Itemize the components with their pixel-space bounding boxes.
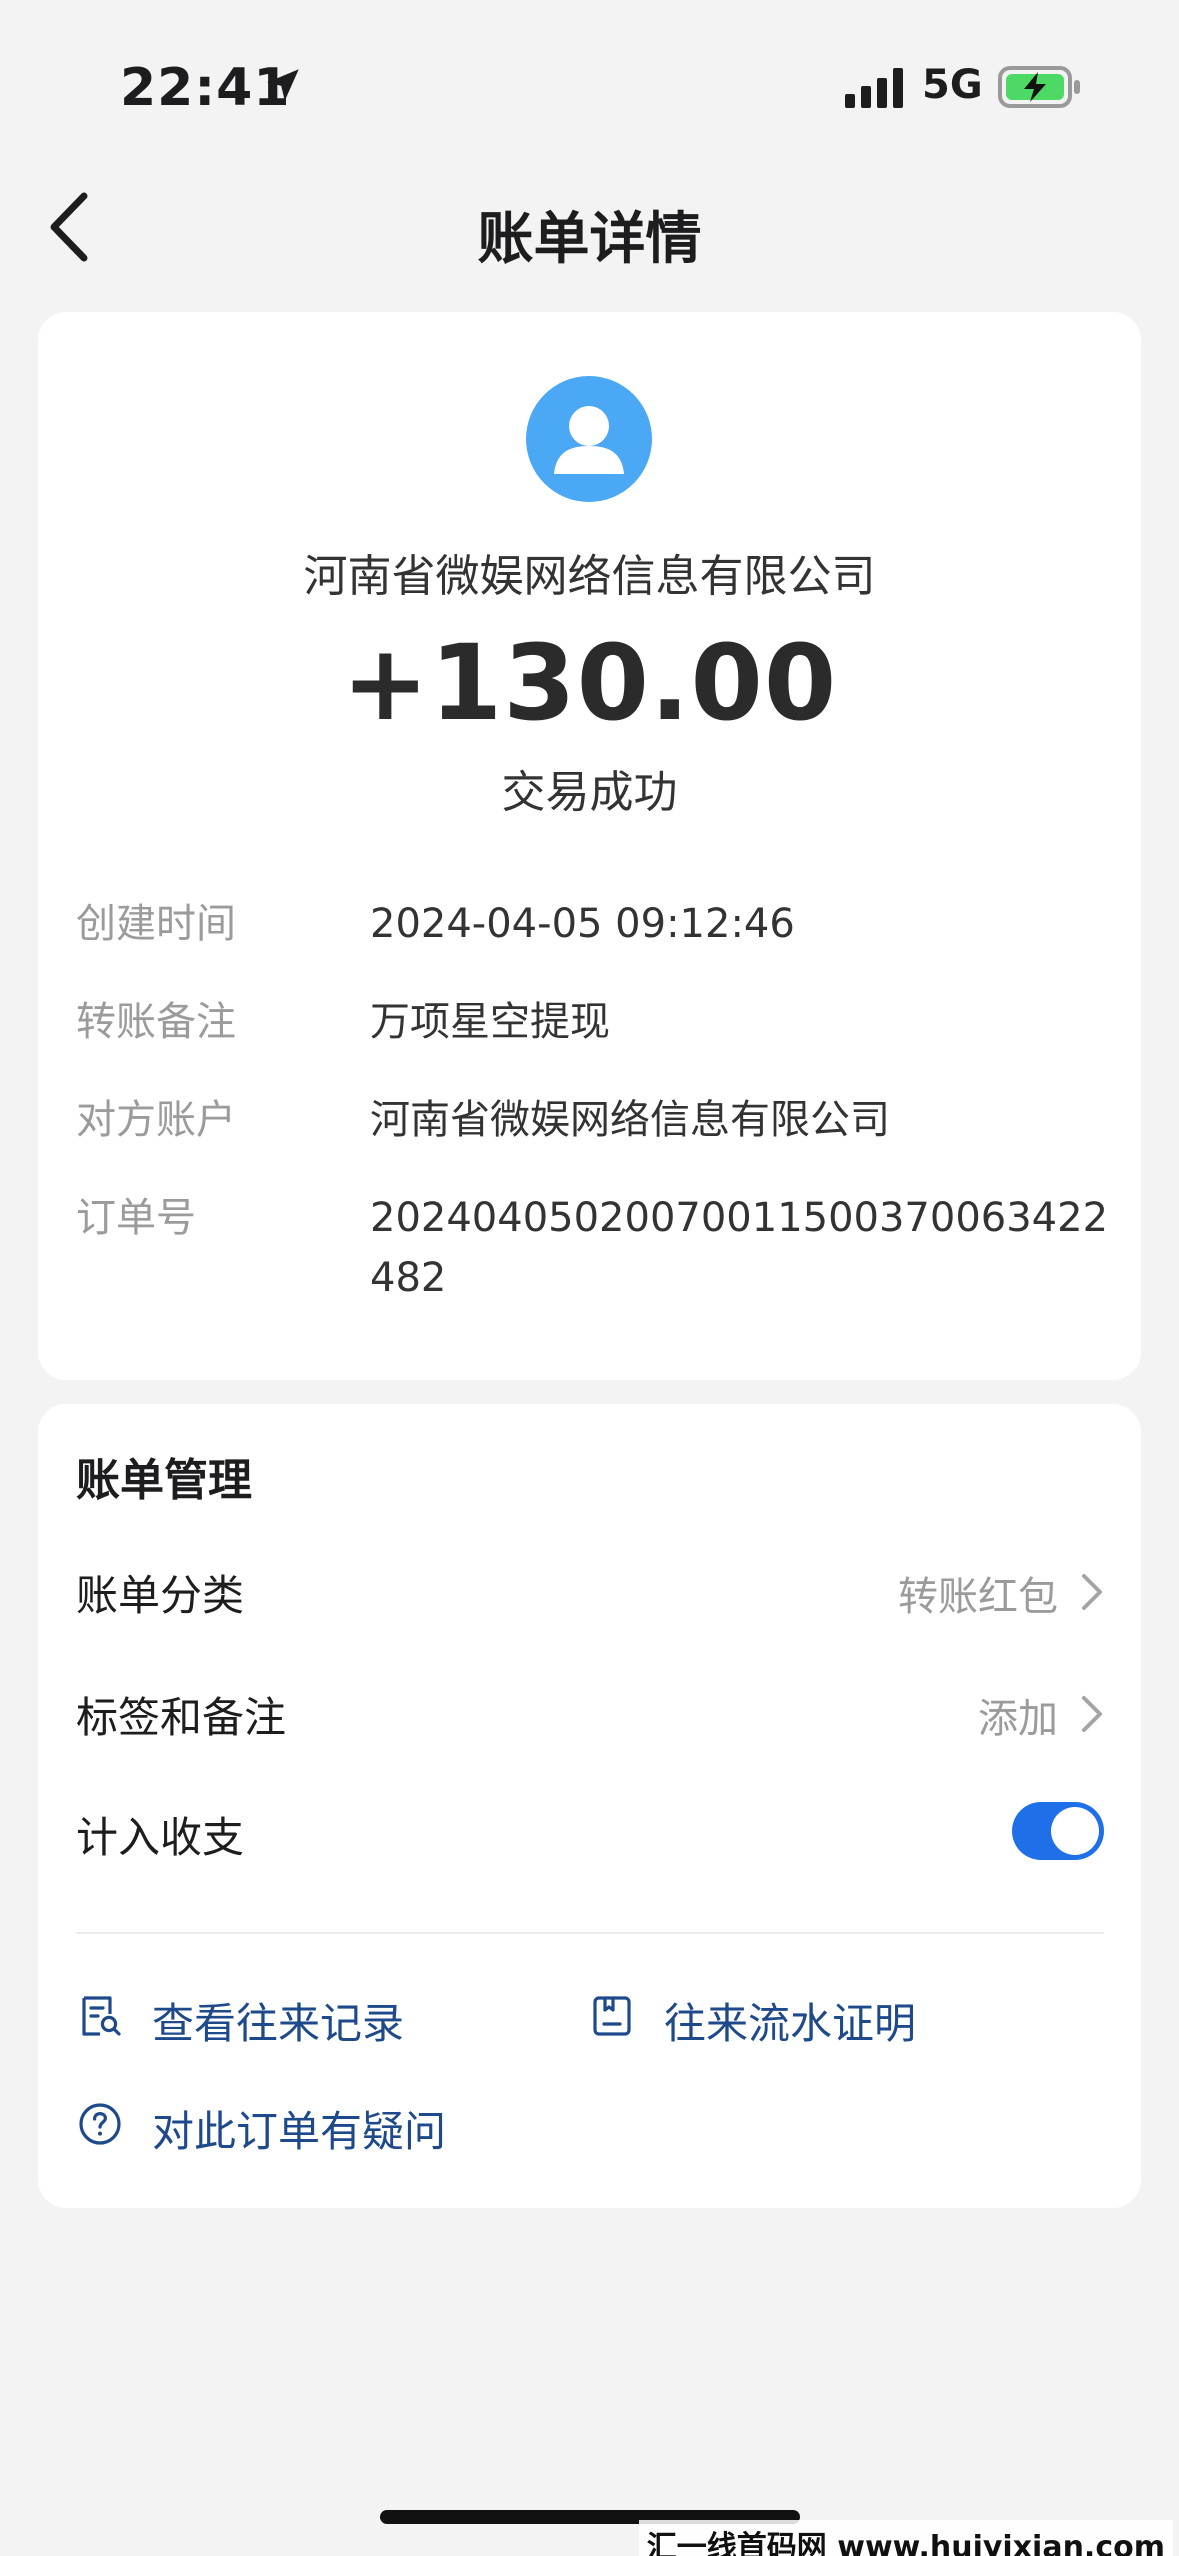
merchant-name: 河南省微娱网络信息有限公司 [303, 551, 876, 602]
question-circle-icon [79, 2103, 121, 2145]
tags-notes-value: 添加 [978, 1696, 1058, 1742]
user-icon [554, 406, 624, 474]
detail-value: 河南省微娱网络信息有限公司 [370, 1097, 890, 1143]
status-bar: 22:41 5G [0, 0, 1179, 150]
avatar [526, 376, 652, 502]
transaction-card: 河南省微娱网络信息有限公司 +130.00 交易成功 创建时间 2024-04-… [38, 312, 1141, 1380]
section-title: 账单管理 [76, 1455, 252, 1506]
bill-category-row[interactable]: 账单分类 转账红包 [76, 1552, 1104, 1632]
bill-category-label: 账单分类 [76, 1571, 245, 1620]
battery-charging-icon [998, 66, 1080, 108]
detail-label: 转账备注 [76, 999, 236, 1045]
order-question-link[interactable]: 对此订单有疑问 [76, 2090, 496, 2160]
include-in-balance-toggle[interactable] [1012, 1802, 1104, 1860]
order-question-label: 对此订单有疑问 [152, 2107, 447, 2156]
nav-bar: 账单详情 [0, 170, 1179, 280]
location-arrow-icon [267, 69, 299, 101]
tags-notes-label: 标签和备注 [76, 1693, 287, 1742]
include-in-balance-row: 计入收支 [76, 1794, 1104, 1874]
transaction-proof-link[interactable]: 往来流水证明 [588, 1982, 1008, 2052]
chevron-right-icon [1082, 1574, 1102, 1610]
detail-value: 2024-04-05 09:12:46 [370, 901, 795, 947]
detail-label: 创建时间 [76, 901, 236, 947]
cellular-signal-icon [845, 68, 903, 108]
chevron-right-icon [1082, 1696, 1102, 1732]
transaction-amount: +130.00 [341, 622, 838, 744]
bill-category-value: 转账红包 [898, 1574, 1058, 1620]
divider [76, 1932, 1104, 1934]
view-history-label: 查看往来记录 [152, 1999, 405, 2048]
document-search-icon [82, 1996, 121, 2036]
include-in-balance-label: 计入收支 [76, 1813, 245, 1862]
transaction-status: 交易成功 [501, 767, 678, 818]
detail-label: 对方账户 [76, 1097, 236, 1143]
view-history-link[interactable]: 查看往来记录 [76, 1982, 496, 2052]
detail-value: 万项星空提现 [370, 999, 610, 1045]
bill-management-card: 账单管理 账单分类 转账红包 标签和备注 添加 计入收支 查看往来记录 往来流水… [38, 1404, 1141, 2208]
detail-label: 订单号 [76, 1195, 196, 1241]
transaction-proof-label: 往来流水证明 [664, 1999, 917, 2048]
detail-value: 20240405020070011500370063422482 [370, 1195, 1109, 1301]
watermark-text: 汇一线首码网 www.huiyixian.com [638, 2520, 1173, 2556]
page-title: 账单详情 [477, 207, 702, 272]
tags-notes-row[interactable]: 标签和备注 添加 [76, 1674, 1104, 1754]
document-proof-icon [593, 1996, 631, 2036]
toggle-knob [1051, 1807, 1099, 1855]
network-type: 5G [922, 62, 983, 108]
